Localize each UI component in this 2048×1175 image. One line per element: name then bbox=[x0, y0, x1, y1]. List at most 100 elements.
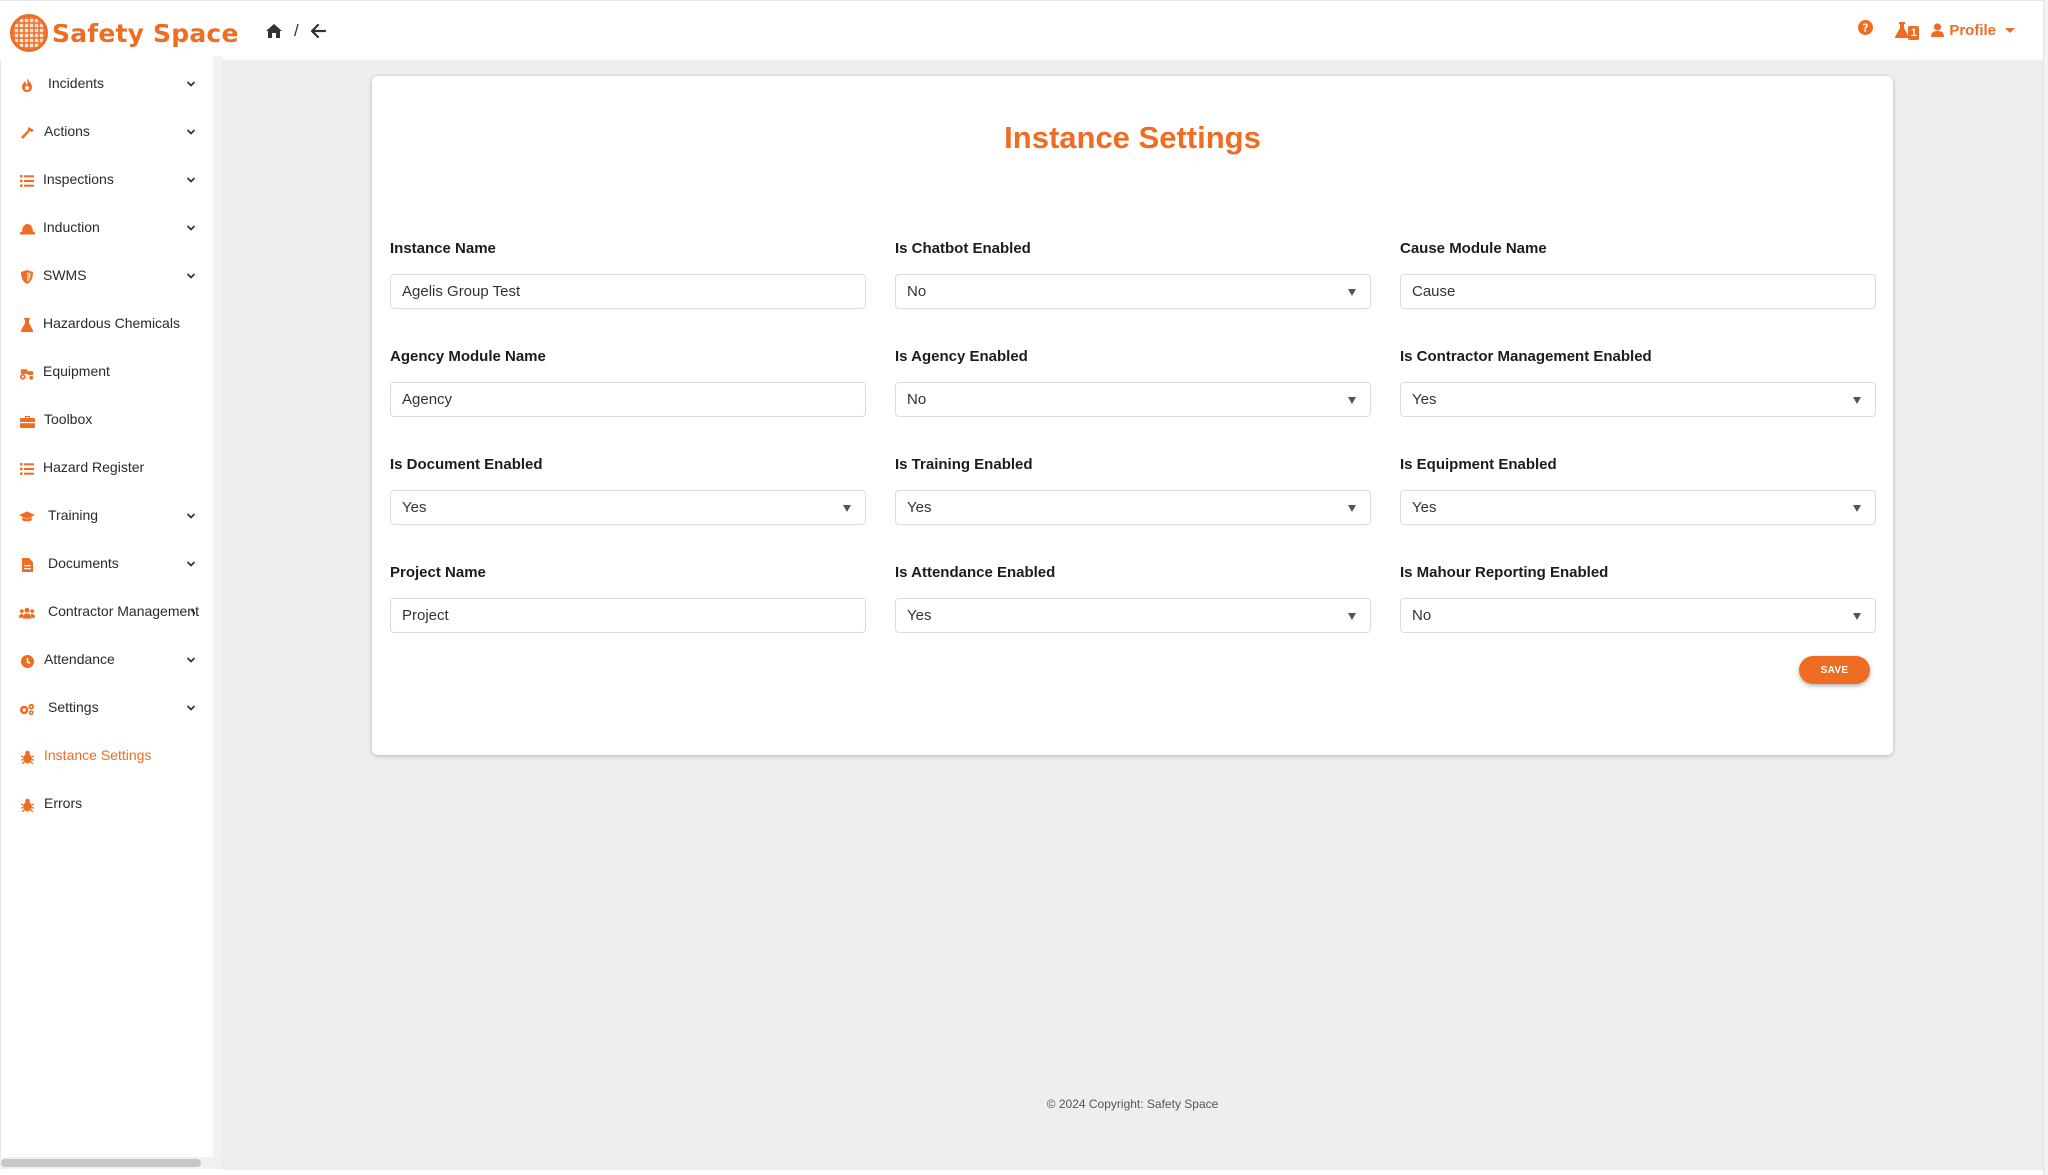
sidebar-item-toolbox[interactable]: Toolbox bbox=[1, 400, 214, 440]
save-button[interactable]: SAVE bbox=[1799, 656, 1870, 684]
agency-module-name-input[interactable] bbox=[390, 382, 866, 417]
sidebar-item-hazardous-chemicals[interactable]: Hazardous Chemicals bbox=[1, 304, 214, 344]
sidebar-item-contractor-management[interactable]: Contractor Management bbox=[1, 592, 214, 632]
bug-icon bbox=[19, 749, 35, 765]
sidebar-item-label: Incidents bbox=[48, 75, 105, 91]
bug-icon bbox=[19, 797, 35, 813]
logo-text: Safety Space bbox=[52, 18, 239, 48]
chevron-down-icon bbox=[185, 125, 197, 137]
hammer-icon bbox=[19, 125, 35, 141]
list-icon bbox=[19, 461, 35, 477]
agency-module-name-label: Agency Module Name bbox=[390, 348, 546, 365]
sidebar-item-hazard-register[interactable]: Hazard Register bbox=[1, 448, 214, 488]
is-training-enabled-select[interactable]: Yes bbox=[895, 490, 1371, 525]
select-value: No bbox=[907, 283, 927, 300]
sidebar-item-inspections[interactable]: Inspections bbox=[1, 160, 214, 200]
is-training-enabled-label: Is Training Enabled bbox=[895, 456, 1033, 473]
select-value: Yes bbox=[907, 499, 932, 516]
dropdown-arrow-icon bbox=[1348, 505, 1356, 512]
sidebar-item-induction[interactable]: Induction bbox=[1, 208, 214, 248]
is-equipment-enabled-label: Is Equipment Enabled bbox=[1400, 456, 1557, 473]
sidebar-item-attendance[interactable]: Attendance bbox=[1, 640, 214, 680]
help-icon[interactable]: ? bbox=[1858, 20, 1874, 40]
clock-icon bbox=[19, 653, 35, 669]
back-arrow-icon[interactable] bbox=[310, 24, 326, 38]
dropdown-arrow-icon bbox=[1853, 613, 1861, 620]
page-title: Instance Settings bbox=[1004, 120, 1261, 155]
sidebar-item-label: Errors bbox=[44, 795, 83, 811]
sidebar-item-swms[interactable]: SWMS bbox=[1, 256, 214, 296]
sidebar-item-label: Settings bbox=[48, 699, 99, 715]
sidebar-item-instance-settings[interactable]: Instance Settings bbox=[1, 736, 214, 776]
sidebar-item-label: Equipment bbox=[43, 363, 110, 379]
main-content: Instance Settings SAVE Instance Name Is C… bbox=[222, 60, 2043, 1170]
select-value: No bbox=[907, 391, 927, 408]
is-agency-enabled-select[interactable]: No bbox=[895, 382, 1371, 417]
is-mahour-reporting-enabled-select[interactable]: No bbox=[1400, 598, 1876, 633]
select-value: No bbox=[1412, 607, 1432, 624]
notification-badge: 1 bbox=[1908, 26, 1920, 40]
is-equipment-enabled-select[interactable]: Yes bbox=[1400, 490, 1876, 525]
cause-module-name-label: Cause Module Name bbox=[1400, 240, 1547, 257]
breadcrumb: / bbox=[266, 21, 326, 41]
profile-menu[interactable]: Profile bbox=[1931, 22, 2015, 39]
select-value: Yes bbox=[1412, 391, 1437, 408]
chevron-down-icon bbox=[189, 605, 195, 617]
is-mahour-reporting-enabled-label: Is Mahour Reporting Enabled bbox=[1400, 564, 1609, 581]
is-document-enabled-label: Is Document Enabled bbox=[390, 456, 543, 473]
sidebar-item-label: Induction bbox=[43, 219, 100, 235]
instance-name-input[interactable] bbox=[390, 274, 866, 309]
sidebar-item-label: Attendance bbox=[44, 651, 115, 667]
dropdown-arrow-icon bbox=[1348, 289, 1356, 296]
settings-card: Instance Settings SAVE Instance Name Is C… bbox=[372, 76, 1893, 755]
sidebar-item-label: Hazard Register bbox=[43, 459, 145, 475]
scrollbar-thumb[interactable] bbox=[1, 1159, 201, 1167]
flask-icon bbox=[19, 317, 35, 333]
notifications-button[interactable]: 1 bbox=[1895, 22, 1920, 40]
cause-module-name-input[interactable] bbox=[1400, 274, 1876, 309]
tractor-icon bbox=[19, 365, 35, 381]
sidebar-item-equipment[interactable]: Equipment bbox=[1, 352, 214, 392]
select-value: Yes bbox=[402, 499, 427, 516]
dropdown-arrow-icon bbox=[1853, 397, 1861, 404]
sidebar-item-label: Training bbox=[48, 507, 99, 523]
sidebar-item-errors[interactable]: Errors bbox=[1, 784, 214, 824]
is-document-enabled-select[interactable]: Yes bbox=[390, 490, 866, 525]
cogs-icon bbox=[19, 701, 35, 717]
sidebar-item-label: SWMS bbox=[43, 267, 87, 283]
home-icon[interactable] bbox=[266, 24, 282, 38]
footer-copyright: © 2024 Copyright: Safety Space bbox=[1046, 1097, 1219, 1111]
top-actions: ? 1 Profile bbox=[1858, 20, 2015, 40]
is-agency-enabled-label: Is Agency Enabled bbox=[895, 348, 1028, 365]
chevron-down-icon bbox=[185, 557, 197, 569]
window-edge bbox=[2043, 0, 2048, 1175]
select-value: Yes bbox=[907, 607, 932, 624]
chevron-down-icon bbox=[2005, 27, 2015, 33]
is-attendance-enabled-label: Is Attendance Enabled bbox=[895, 564, 1056, 581]
toolbox-icon bbox=[19, 413, 35, 429]
chevron-down-icon bbox=[185, 653, 197, 665]
sidebar-item-label: Actions bbox=[44, 123, 90, 139]
top-bar: Safety Space / ? 1 Profile bbox=[0, 0, 2043, 60]
sidebar-item-documents[interactable]: Documents bbox=[1, 544, 214, 584]
dropdown-arrow-icon bbox=[843, 505, 851, 512]
sidebar-item-actions[interactable]: Actions bbox=[1, 112, 214, 152]
chevron-down-icon bbox=[185, 701, 197, 713]
logo-mark-icon bbox=[10, 14, 48, 52]
sidebar-item-settings[interactable]: Settings bbox=[1, 688, 214, 728]
shield-icon bbox=[19, 269, 35, 285]
project-name-input[interactable] bbox=[390, 598, 866, 633]
user-icon bbox=[1931, 23, 1945, 37]
sidebar-item-incidents[interactable]: Incidents bbox=[1, 64, 214, 104]
sidebar-item-training[interactable]: Training bbox=[1, 496, 214, 536]
dropdown-arrow-icon bbox=[1853, 505, 1861, 512]
hard-hat-icon bbox=[19, 221, 35, 237]
sidebar-horizontal-scrollbar[interactable] bbox=[0, 1157, 222, 1169]
is-attendance-enabled-select[interactable]: Yes bbox=[895, 598, 1371, 633]
fire-icon bbox=[19, 77, 35, 93]
logo[interactable]: Safety Space bbox=[10, 13, 239, 53]
is-contractor-management-enabled-select[interactable]: Yes bbox=[1400, 382, 1876, 417]
dropdown-arrow-icon bbox=[1348, 613, 1356, 620]
project-name-label: Project Name bbox=[390, 564, 486, 581]
is-chatbot-enabled-select[interactable]: No bbox=[895, 274, 1371, 309]
